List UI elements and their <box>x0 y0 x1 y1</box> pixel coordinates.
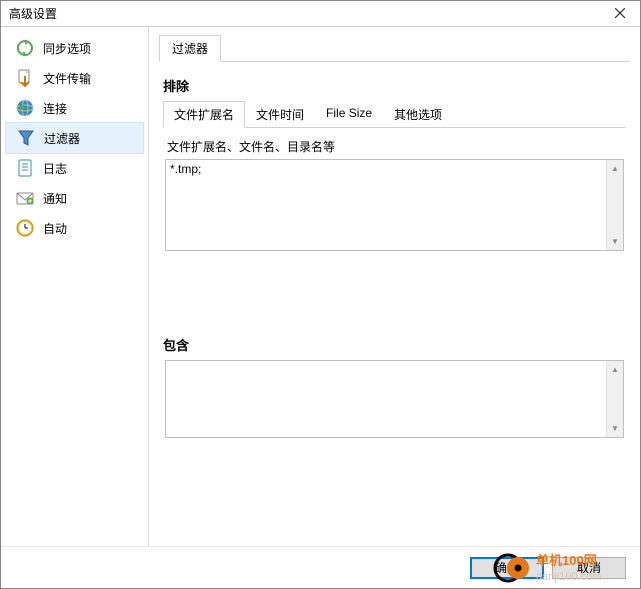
sidebar-item-filter[interactable]: 过滤器 <box>5 122 144 154</box>
sidebar-item-label: 通知 <box>43 190 67 207</box>
include-textarea-content <box>166 361 606 437</box>
sidebar-item-log[interactable]: 日志 <box>1 153 148 183</box>
scroll-down-icon: ▼ <box>607 233 623 250</box>
tab-file-time[interactable]: 文件时间 <box>245 101 315 127</box>
sidebar-item-label: 自动 <box>43 220 67 237</box>
sidebar-item-label: 过滤器 <box>44 130 80 147</box>
cancel-button[interactable]: 取消 <box>552 557 626 579</box>
sidebar-item-notification[interactable]: 通知 <box>1 183 148 213</box>
close-icon <box>615 7 625 21</box>
scroll-up-icon: ▲ <box>607 361 623 378</box>
globe-icon <box>15 98 35 118</box>
sidebar-item-label: 连接 <box>43 100 67 117</box>
exclude-textarea-content: *.tmp; <box>166 160 606 250</box>
dialog-footer: 确定 取消 单机100网 danji100.com <box>1 546 640 588</box>
window-title: 高级设置 <box>9 5 57 22</box>
dialog-body: 同步选项 文件传输 连接 过滤器 <box>1 27 640 546</box>
funnel-icon <box>16 128 36 148</box>
clock-icon <box>15 218 35 238</box>
sync-icon <box>15 38 35 58</box>
dialog-window: 高级设置 同步选项 文件传输 <box>0 0 641 589</box>
file-transfer-icon <box>15 68 35 88</box>
sidebar-item-sync-options[interactable]: 同步选项 <box>1 33 148 63</box>
scroll-down-icon: ▼ <box>607 420 623 437</box>
sidebar-item-connection[interactable]: 连接 <box>1 93 148 123</box>
titlebar: 高级设置 <box>1 1 640 27</box>
sidebar-item-label: 日志 <box>43 160 67 177</box>
tab-file-extension[interactable]: 文件扩展名 <box>163 101 245 128</box>
scroll-up-icon: ▲ <box>607 160 623 177</box>
log-icon <box>15 158 35 178</box>
scrollbar[interactable]: ▲ ▼ <box>606 160 623 250</box>
exclude-tabstrip: 文件扩展名 文件时间 File Size 其他选项 <box>163 101 626 128</box>
scrollbar[interactable]: ▲ ▼ <box>606 361 623 437</box>
main-panel: 过滤器 排除 文件扩展名 文件时间 File Size 其他选项 文件扩展名、文… <box>149 27 640 546</box>
ok-button[interactable]: 确定 <box>470 557 544 579</box>
sidebar-item-label: 文件传输 <box>43 70 91 87</box>
include-title: 包含 <box>163 335 630 354</box>
close-button[interactable] <box>600 1 640 27</box>
include-textarea[interactable]: ▲ ▼ <box>165 360 624 438</box>
tab-filter[interactable]: 过滤器 <box>159 35 221 62</box>
exclude-title: 排除 <box>163 76 630 95</box>
tab-file-size[interactable]: File Size <box>315 101 383 127</box>
main-tabstrip: 过滤器 <box>159 35 630 62</box>
sidebar: 同步选项 文件传输 连接 过滤器 <box>1 27 149 546</box>
exclude-field-label: 文件扩展名、文件名、目录名等 <box>167 138 622 155</box>
sidebar-item-auto[interactable]: 自动 <box>1 213 148 243</box>
sidebar-item-label: 同步选项 <box>43 40 91 57</box>
exclude-textarea[interactable]: *.tmp; ▲ ▼ <box>165 159 624 251</box>
tab-other-options[interactable]: 其他选项 <box>383 101 453 127</box>
sidebar-item-file-transfer[interactable]: 文件传输 <box>1 63 148 93</box>
envelope-icon <box>15 188 35 208</box>
